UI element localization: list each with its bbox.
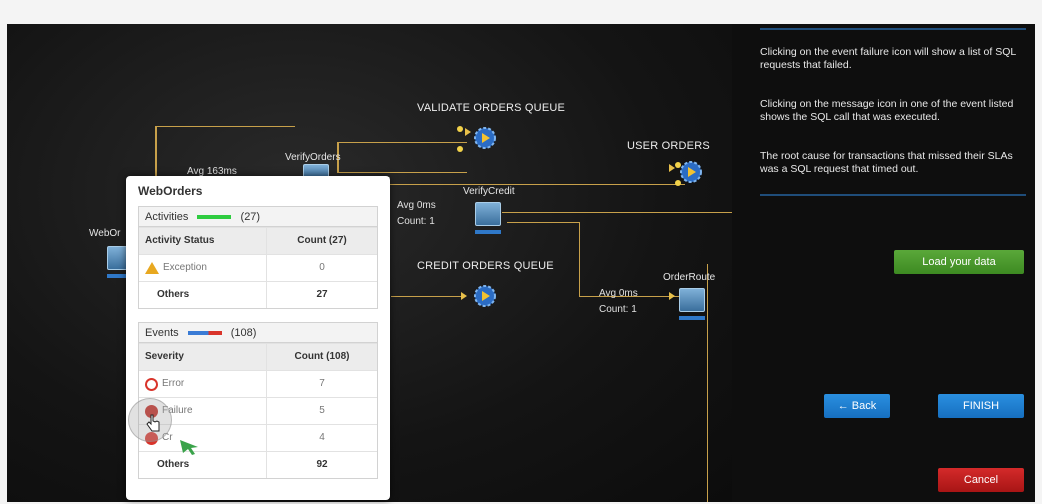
- panel-divider: [760, 194, 1026, 196]
- activities-section: Activities (27) Activity Status Count (2…: [138, 206, 378, 309]
- column-header: Count (108): [294, 351, 350, 362]
- instruction-text: The root cause for transactions that mis…: [760, 150, 1013, 175]
- wire: [707, 264, 708, 502]
- back-button[interactable]: ← Back: [824, 394, 890, 418]
- column-header: Activity Status: [139, 228, 267, 254]
- flow-arrow: [465, 128, 471, 136]
- node-avg-stat: Avg 0ms: [397, 200, 436, 211]
- service-node-icon[interactable]: [679, 288, 705, 312]
- instruction-text: Clicking on the message icon in one of t…: [760, 98, 1014, 123]
- node-label-verifycredit: VerifyCredit: [463, 186, 515, 197]
- row-count: 27: [316, 289, 328, 300]
- service-node-icon[interactable]: [475, 202, 501, 226]
- popup-title: WebOrders: [138, 184, 203, 198]
- row-label: Others: [139, 282, 267, 308]
- queue-gear-icon[interactable]: [679, 160, 703, 184]
- table-row[interactable]: Others 27: [139, 281, 377, 308]
- instruction-panel: Clicking on the event failure icon will …: [732, 24, 1035, 502]
- events-label: Events: [145, 327, 179, 339]
- instruction-text: Clicking on the event failure icon will …: [760, 46, 1016, 71]
- activities-label: Activities: [145, 211, 189, 223]
- row-label: Others: [139, 452, 267, 478]
- node-avg-stat: Avg 0ms: [599, 288, 638, 299]
- table-row[interactable]: Failure 5: [139, 397, 377, 424]
- finish-button[interactable]: FINISH: [938, 394, 1024, 418]
- table-row[interactable]: Others 92: [139, 451, 377, 478]
- activities-count: (27): [240, 211, 261, 223]
- wire: [385, 184, 685, 185]
- green-pointer-icon: [180, 440, 198, 455]
- hand-cursor-icon: [146, 414, 160, 432]
- cancel-button[interactable]: Cancel: [938, 468, 1024, 492]
- queue-label-validate: VALIDATE ORDERS QUEUE: [417, 102, 566, 114]
- wire: [337, 142, 467, 143]
- wire: [391, 296, 461, 297]
- events-header: Events (108): [139, 323, 377, 343]
- warning-icon: [145, 262, 159, 274]
- column-header: Severity: [139, 344, 267, 370]
- queue-label-user: USER ORDERS: [627, 140, 710, 152]
- wire: [502, 212, 732, 213]
- error-icon: [145, 377, 158, 391]
- table-row[interactable]: Error 7: [139, 370, 377, 397]
- node-status-bar: [679, 316, 705, 320]
- table-row[interactable]: Cr 4: [139, 424, 377, 451]
- row-count: 7: [319, 378, 325, 389]
- flow-arrow: [669, 292, 675, 300]
- load-data-button[interactable]: Load your data: [894, 250, 1024, 274]
- node-count-stat: Count: 1: [397, 216, 435, 227]
- node-label-orderrouting: OrderRoute: [663, 272, 716, 283]
- node-label-weborders: WebOr: [89, 228, 121, 239]
- events-count: (108): [230, 327, 257, 339]
- table-row[interactable]: Exception 0: [139, 254, 377, 281]
- connector-dot: [457, 146, 463, 152]
- table-header-row: Severity Count (108): [139, 343, 377, 370]
- row-label: Error: [162, 378, 185, 389]
- column-header: Count (27): [297, 235, 347, 246]
- node-status-bar: [475, 230, 501, 234]
- events-legend-bar: [187, 331, 222, 336]
- node-count-stat: Count: 1: [599, 304, 637, 315]
- connector-dot: [457, 126, 463, 132]
- row-count: 4: [319, 432, 325, 443]
- flow-arrow: [461, 292, 467, 300]
- wire: [155, 126, 295, 127]
- node-details-popup: WebOrders Activities (27) Activity Statu…: [126, 176, 390, 500]
- panel-divider: [760, 28, 1026, 30]
- flow-arrow: [669, 164, 675, 172]
- queue-gear-icon[interactable]: [473, 284, 497, 308]
- queue-gear-icon[interactable]: [473, 126, 497, 150]
- activities-header: Activities (27): [139, 207, 377, 227]
- wire: [579, 222, 580, 296]
- node-label-verifyorders: VerifyOrders: [285, 152, 341, 163]
- row-count: 0: [319, 262, 325, 273]
- events-section: Events (108) Severity Count (108) Error …: [138, 322, 378, 479]
- application-frame: VALIDATE ORDERS QUEUE USER ORDERS CREDIT…: [0, 0, 1042, 504]
- row-label: Exception: [163, 262, 207, 273]
- activities-legend-bar: [197, 215, 232, 220]
- wire: [507, 222, 579, 223]
- table-header-row: Activity Status Count (27): [139, 227, 377, 254]
- row-count: 5: [319, 405, 325, 416]
- row-count: 92: [316, 459, 328, 470]
- wire: [337, 172, 467, 173]
- queue-label-credit: CREDIT ORDERS QUEUE: [417, 260, 554, 272]
